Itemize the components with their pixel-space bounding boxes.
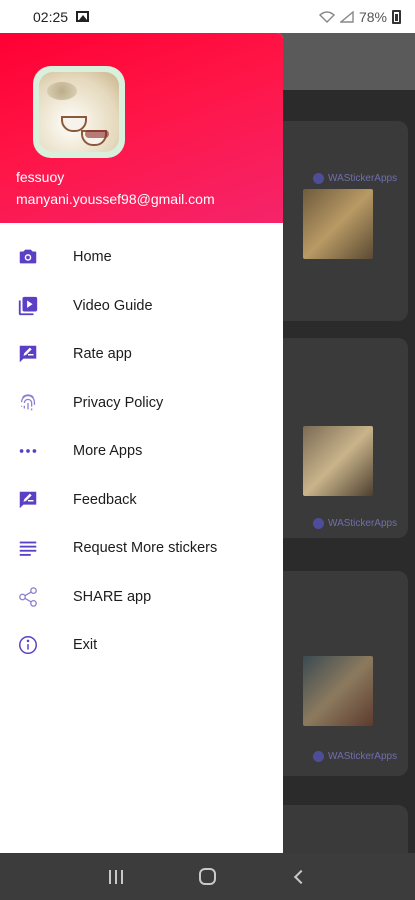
menu-item-label: Exit <box>73 637 98 654</box>
drawer-menu: Home Video Guide Rate app Privacy Policy <box>0 233 283 670</box>
menu-item-label: Feedback <box>73 491 137 508</box>
menu-item-label: SHARE app <box>73 588 152 605</box>
menu-item-more-apps[interactable]: More Apps <box>0 427 283 476</box>
system-nav-bar <box>0 853 415 900</box>
status-left: 02:25 <box>33 8 90 25</box>
camera-icon <box>17 246 39 268</box>
menu-item-rate-app[interactable]: Rate app <box>0 330 283 379</box>
rate-review-icon <box>17 343 39 365</box>
sticker-thumbnail <box>303 426 373 496</box>
info-icon <box>17 634 39 656</box>
pack-author-label: WAStickerApps <box>328 518 398 529</box>
menu-item-label: Rate app <box>73 346 132 363</box>
menu-item-label: Request More stickers <box>73 540 218 557</box>
menu-item-home[interactable]: Home <box>0 233 283 282</box>
menu-item-exit[interactable]: Exit <box>0 621 283 670</box>
recent-apps-button[interactable] <box>101 862 131 892</box>
menu-item-feedback[interactable]: Feedback <box>0 476 283 525</box>
user-name: fessuoy <box>16 169 65 185</box>
author-icon <box>313 751 324 762</box>
menu-item-label: More Apps <box>73 443 143 460</box>
pack-author: WAStickerApps <box>313 751 397 762</box>
avatar-decoration <box>47 82 77 100</box>
sticker-thumbnail <box>303 656 373 726</box>
pack-author-label: WAStickerApps <box>328 751 398 762</box>
sticker-thumbnail <box>303 189 373 259</box>
fingerprint-icon <box>17 392 39 414</box>
status-time: 02:25 <box>33 8 69 25</box>
more-dots-icon <box>17 440 39 462</box>
menu-item-label: Privacy Policy <box>73 394 164 411</box>
video-library-icon <box>17 295 39 317</box>
author-icon <box>313 518 324 529</box>
menu-item-label: Video Guide <box>73 297 153 314</box>
recent-apps-icon <box>108 869 123 884</box>
share-icon <box>17 586 39 608</box>
status-bar: 02:25 78% <box>0 0 415 33</box>
avatar-image <box>39 72 119 152</box>
home-icon <box>198 868 216 885</box>
home-button[interactable] <box>192 862 222 892</box>
menu-item-video-guide[interactable]: Video Guide <box>0 282 283 331</box>
wifi-icon <box>318 10 335 23</box>
battery-icon <box>392 9 401 24</box>
avatar-decoration <box>85 130 109 138</box>
pack-author: WAStickerApps <box>313 173 397 184</box>
navigation-drawer: fessuoy manyani.youssef98@gmail.com Home… <box>0 33 283 853</box>
menu-item-label: Home <box>73 249 112 266</box>
menu-item-share-app[interactable]: SHARE app <box>0 573 283 622</box>
user-email: manyani.youssef98@gmail.com <box>16 191 215 207</box>
menu-item-privacy-policy[interactable]: Privacy Policy <box>0 379 283 428</box>
author-icon <box>313 173 324 184</box>
back-icon <box>294 869 309 884</box>
status-right: 78% <box>318 8 401 25</box>
pack-author-label: WAStickerApps <box>328 173 398 184</box>
drawer-header: fessuoy manyani.youssef98@gmail.com <box>0 33 283 223</box>
gallery-notification-icon <box>76 11 90 22</box>
menu-item-request-more-stickers[interactable]: Request More stickers <box>0 524 283 573</box>
battery-percent: 78% <box>358 8 387 25</box>
avatar[interactable] <box>33 66 125 158</box>
pack-author: WAStickerApps <box>313 518 397 529</box>
feedback-icon <box>17 489 39 511</box>
back-button[interactable] <box>284 862 314 892</box>
signal-icon <box>339 10 354 23</box>
list-lines-icon <box>17 537 39 559</box>
